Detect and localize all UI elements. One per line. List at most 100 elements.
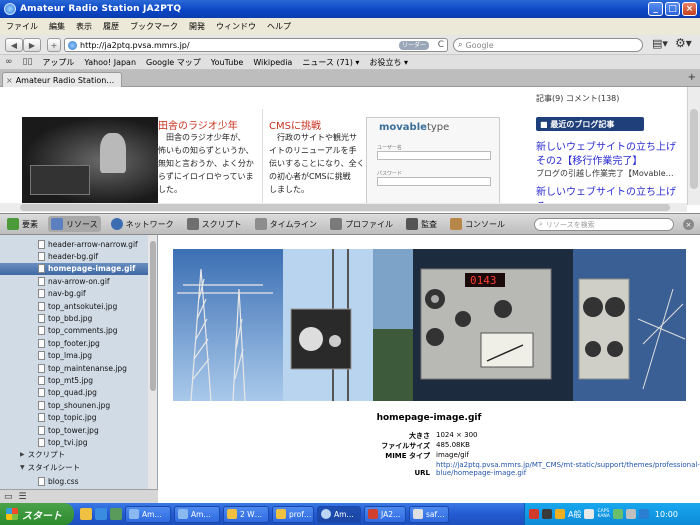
mt-username-field[interactable] xyxy=(377,151,491,160)
recent-post-link-1b[interactable]: その2【移行作業完了】 xyxy=(536,152,642,167)
task-explorer[interactable]: 2 W… xyxy=(223,505,269,523)
ime-indicator[interactable]: A般 xyxy=(568,509,581,520)
ie-icon[interactable] xyxy=(95,508,107,520)
page-menu-icon[interactable]: ▤▾ xyxy=(652,37,668,50)
tab-close-icon[interactable]: × xyxy=(6,76,13,85)
page-vertical-scrollbar[interactable] xyxy=(687,87,700,205)
reload-icon[interactable]: C xyxy=(438,40,444,50)
resource-file-item[interactable]: top_footer.jpg xyxy=(0,337,148,349)
console-toggle-icon[interactable]: ☰ xyxy=(19,492,27,502)
task-safari-active[interactable]: Am… xyxy=(317,505,361,523)
tab-network[interactable]: ネットワーク xyxy=(108,216,177,232)
resource-search-input[interactable]: ⌕ リソースを検索 xyxy=(534,218,674,231)
resource-file-item[interactable]: top_lma.jpg xyxy=(0,350,148,362)
resource-file-item[interactable]: top_bbd.jpg xyxy=(0,312,148,324)
close-button[interactable]: × xyxy=(682,2,697,16)
menu-window[interactable]: ウィンドウ xyxy=(216,21,256,32)
book-icon[interactable]: ▯▯ xyxy=(23,57,33,67)
image-preview-pane: 0143 homepage-image.gif 大きさ 1024 × 300 フ… xyxy=(158,235,700,503)
bookmark-news[interactable]: ニュース (71) ▾ xyxy=(302,57,359,68)
recent-post-link-2[interactable]: ブログの引越し作業完了【Movable… xyxy=(536,168,674,179)
menu-help[interactable]: ヘルプ xyxy=(267,21,291,32)
resource-file-item[interactable]: blog.css xyxy=(0,476,148,488)
col2-heading[interactable]: CMSに挑戦 xyxy=(269,117,321,132)
back-button[interactable]: ◀ xyxy=(5,38,23,52)
tab-audits[interactable]: 監査 xyxy=(403,216,440,232)
tray-network-icon[interactable] xyxy=(612,509,623,519)
forward-button[interactable]: ▶ xyxy=(23,38,41,52)
bookmark-yahoo[interactable]: Yahoo! Japan xyxy=(84,58,136,67)
bookmark-useful[interactable]: お役立ち ▾ xyxy=(369,57,408,68)
meta-key-filesize: ファイルサイズ xyxy=(381,442,430,450)
menu-develop[interactable]: 開発 xyxy=(189,21,205,32)
recent-post-link-1[interactable]: 新しいウェブサイトの立ち上げ xyxy=(536,138,676,153)
task-amateur-2[interactable]: Am… xyxy=(174,505,220,523)
tab-console[interactable]: コンソール xyxy=(447,216,508,232)
task-amateur-1[interactable]: Am… xyxy=(125,505,171,523)
window-title-bar[interactable]: Amateur Radio Station JA2PTQ _ □ × xyxy=(0,0,700,18)
tab-elements[interactable]: 要素 xyxy=(4,216,41,232)
tray-security-icon[interactable] xyxy=(638,509,649,519)
resource-file-item[interactable]: top_topic.jpg xyxy=(0,412,148,424)
menu-history[interactable]: 履歴 xyxy=(103,21,119,32)
tray-volume-icon[interactable] xyxy=(625,509,636,519)
disclosure-open-icon[interactable]: ▼ xyxy=(20,464,25,471)
start-button[interactable]: スタート xyxy=(0,503,74,525)
maximize-button[interactable]: □ xyxy=(665,2,680,16)
new-tab-icon[interactable]: + xyxy=(688,72,696,83)
task-ja2[interactable]: JA2… xyxy=(364,505,406,523)
resource-file-item[interactable]: nav-arrow-on.gif xyxy=(0,275,148,287)
folder-icon[interactable] xyxy=(80,508,92,520)
task-prof[interactable]: prof… xyxy=(272,505,314,523)
resource-group-scripts[interactable]: ▶ スクリプト xyxy=(0,449,148,461)
close-inspector-icon[interactable]: × xyxy=(683,219,694,230)
address-bar[interactable]: http://ja2ptq.pvsa.mmrs.jp/ リーダー C xyxy=(64,38,448,52)
tray-star-icon[interactable] xyxy=(555,509,565,519)
resource-file-item[interactable]: homepage-image.gif xyxy=(0,262,148,275)
resource-group-stylesheets[interactable]: ▼ スタイルシート xyxy=(0,461,148,473)
gear-icon[interactable]: ⚙▾ xyxy=(675,36,692,50)
menu-edit[interactable]: 編集 xyxy=(49,21,65,32)
resource-file-item[interactable]: top_maintenanse.jpg xyxy=(0,362,148,374)
col1-heading[interactable]: 田舎のラジオ少年 xyxy=(158,117,238,132)
tab-profiles[interactable]: プロファイル xyxy=(327,216,396,232)
menu-file[interactable]: ファイル xyxy=(6,21,38,32)
add-bookmark-button[interactable]: + xyxy=(47,38,61,52)
bookmark-wikipedia[interactable]: Wikipedia xyxy=(253,58,292,67)
resource-file-item[interactable]: top_comments.jpg xyxy=(0,325,148,337)
recent-post-link-3[interactable]: 新しいウェブサイトの立ち上げ そ xyxy=(536,183,686,205)
resource-scrollbar[interactable] xyxy=(148,235,157,489)
mt-password-field[interactable] xyxy=(377,177,491,186)
meta-val-url[interactable]: http://ja2ptq.pvsa.mmrs.jp/MT_CMS/mt-sta… xyxy=(436,461,700,477)
page-horizontal-scrollbar[interactable] xyxy=(0,203,687,212)
tray-app-icon[interactable] xyxy=(529,509,539,519)
disclosure-closed-icon[interactable]: ▶ xyxy=(20,451,25,458)
reader-button[interactable]: リーダー xyxy=(398,41,429,50)
tab-scripts[interactable]: スクリプト xyxy=(184,216,245,232)
menu-bookmarks[interactable]: ブックマーク xyxy=(130,21,178,32)
resource-file-item[interactable]: top_tower.jpg xyxy=(0,424,148,436)
tray-film-icon[interactable] xyxy=(542,509,552,519)
resource-file-item[interactable]: nav-bg.gif xyxy=(0,288,148,300)
resource-file-item[interactable]: top_mt5.jpg xyxy=(0,374,148,386)
resource-file-item[interactable]: top_antsokutei.jpg xyxy=(0,300,148,312)
dock-icon[interactable]: ▭ xyxy=(4,492,13,502)
reading-list-icon[interactable]: ∞ xyxy=(5,57,13,67)
bookmark-apple[interactable]: アップル xyxy=(42,57,74,68)
menu-view[interactable]: 表示 xyxy=(76,21,92,32)
task-saf[interactable]: saf… xyxy=(409,505,449,523)
desktop-icon[interactable] xyxy=(110,508,122,520)
resource-file-item[interactable]: header-bg.gif xyxy=(0,250,148,262)
resource-file-item[interactable]: header-arrow-narrow.gif xyxy=(0,238,148,250)
bookmark-youtube[interactable]: YouTube xyxy=(211,58,244,67)
tab-timeline[interactable]: タイムライン xyxy=(252,216,320,232)
tab-resources[interactable]: リソース xyxy=(48,216,101,232)
tray-ime-icon[interactable] xyxy=(584,509,595,519)
resource-file-item[interactable]: top_shounen.jpg xyxy=(0,399,148,411)
minimize-button[interactable]: _ xyxy=(648,2,663,16)
resource-file-item[interactable]: top_quad.jpg xyxy=(0,387,148,399)
bookmark-google-maps[interactable]: Google マップ xyxy=(146,57,201,68)
search-input[interactable]: ⌕ Google xyxy=(453,38,643,52)
tab-amateur-radio[interactable]: × Amateur Radio Station… xyxy=(2,72,122,87)
resource-file-item[interactable]: top_tvi.jpg xyxy=(0,436,148,448)
